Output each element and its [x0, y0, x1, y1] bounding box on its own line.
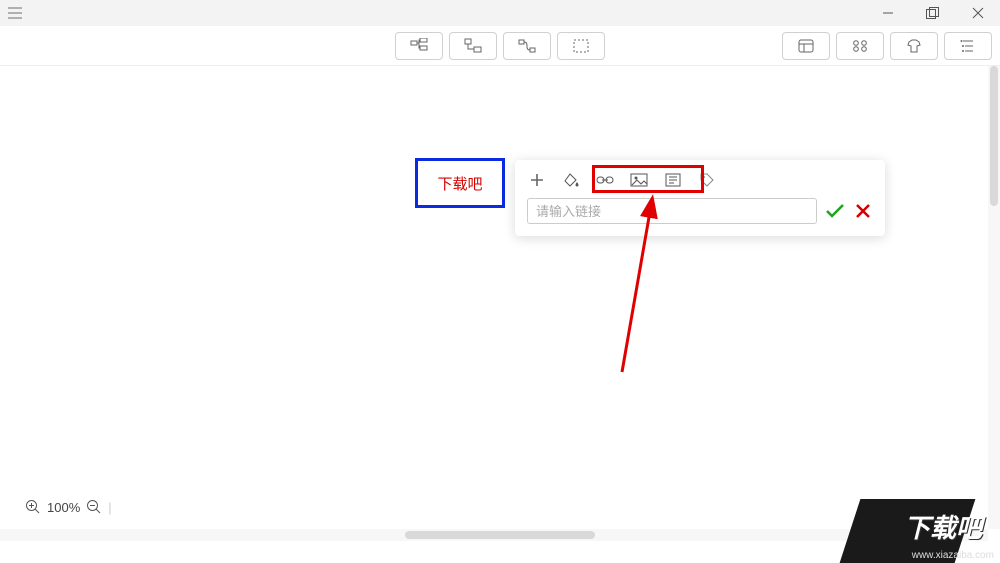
node-child-icon	[464, 38, 482, 54]
outline-button[interactable]	[944, 32, 992, 60]
toolbar-center-group	[395, 32, 605, 60]
horizontal-scrollbar[interactable]	[0, 529, 988, 541]
insert-tag-button[interactable]	[697, 170, 717, 190]
relation-icon	[518, 39, 536, 53]
bottom-strip	[0, 541, 1000, 563]
insert-child-button[interactable]	[449, 32, 497, 60]
menu-icon	[8, 7, 22, 19]
insert-link-button[interactable]	[595, 170, 615, 190]
link-input-row	[527, 198, 873, 224]
check-icon	[825, 203, 845, 219]
horizontal-scroll-thumb[interactable]	[405, 531, 595, 539]
zoom-out-button[interactable]	[86, 499, 102, 515]
relation-button[interactable]	[503, 32, 551, 60]
boundary-button[interactable]	[557, 32, 605, 60]
theme-button[interactable]	[836, 32, 884, 60]
shirt-icon	[906, 39, 922, 53]
insert-image-button[interactable]	[629, 170, 649, 190]
add-sub-button[interactable]	[527, 170, 547, 190]
paint-bucket-icon	[563, 172, 579, 188]
close-button[interactable]	[955, 0, 1000, 26]
close-icon	[972, 7, 984, 19]
layout-button[interactable]	[782, 32, 830, 60]
titlebar	[0, 0, 1000, 26]
layout-icon	[798, 39, 814, 53]
minimize-icon	[882, 7, 894, 19]
hamburger-menu-button[interactable]	[0, 0, 30, 26]
fill-color-button[interactable]	[561, 170, 581, 190]
vertical-scrollbar[interactable]	[988, 66, 1000, 529]
zoom-in-icon	[25, 499, 41, 515]
note-icon	[665, 173, 681, 187]
insert-sibling-button[interactable]	[395, 32, 443, 60]
canvas[interactable]	[0, 66, 988, 529]
boundary-icon	[573, 39, 589, 53]
link-input[interactable]	[527, 198, 817, 224]
x-icon	[855, 203, 871, 219]
tag-icon	[699, 172, 715, 188]
zoom-in-button[interactable]	[25, 499, 41, 515]
window-controls	[865, 0, 1000, 26]
node-edit-popover	[515, 160, 885, 236]
zoom-out-icon	[86, 499, 102, 515]
confirm-button[interactable]	[825, 201, 845, 221]
zoom-divider: |	[108, 500, 111, 515]
vertical-scroll-thumb[interactable]	[990, 66, 998, 206]
zoom-level-label: 100%	[47, 500, 80, 515]
plus-icon	[529, 172, 545, 188]
node-sibling-icon	[410, 38, 428, 54]
popover-tool-row	[527, 170, 873, 190]
mindmap-root-node[interactable]: 下载吧	[415, 158, 505, 208]
insert-note-button[interactable]	[663, 170, 683, 190]
style-button[interactable]	[890, 32, 938, 60]
cancel-button[interactable]	[853, 201, 873, 221]
minimize-button[interactable]	[865, 0, 910, 26]
outline-icon	[960, 39, 976, 53]
node-label: 下载吧	[437, 173, 482, 194]
image-icon	[630, 173, 648, 187]
link-icon	[596, 174, 614, 186]
grid-icon	[852, 39, 868, 53]
toolbar	[0, 26, 1000, 66]
maximize-icon	[926, 7, 940, 19]
toolbar-right-group	[782, 32, 1000, 60]
zoom-controls: 100% |	[25, 497, 112, 517]
maximize-button[interactable]	[910, 0, 955, 26]
